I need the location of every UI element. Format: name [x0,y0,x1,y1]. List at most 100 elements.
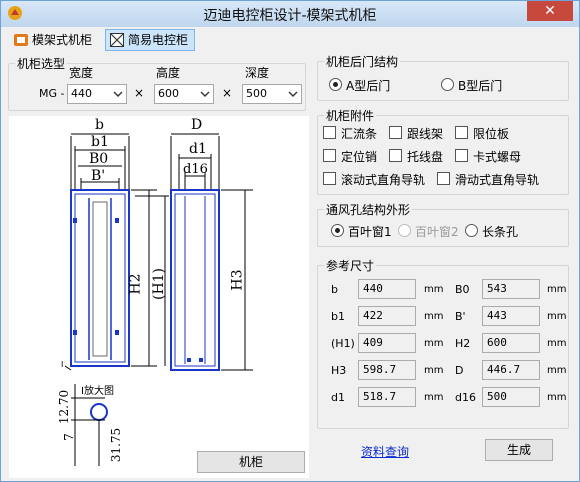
rear-door-b-label[interactable]: B型后门 [458,77,502,94]
tab-frame-cabinet[interactable]: 模架式机柜 [9,29,99,51]
title-bar[interactable]: 迈迪电控柜设计-模架式机柜 ✕ [1,1,579,27]
detail-dim3: 31.75 [109,427,124,463]
height-select[interactable]: 600 [154,84,214,104]
data-query-link[interactable]: 资料查询 [361,443,409,460]
accessory-label[interactable]: 滚动式直角导轨 [341,171,425,188]
accessory-label[interactable]: 滑动式直角导轨 [455,171,539,188]
depth-label: 深度 [245,66,270,80]
vent-louver1-radio[interactable] [331,224,344,237]
dim-row-label-h2: H2 [455,337,471,350]
dim-row-label-h1: (H1) [331,337,355,350]
rear-door-b-radio[interactable] [441,78,454,91]
accessory-checkbox[interactable] [323,126,336,139]
dim-field-d1: 518.7 [358,387,416,407]
dim-h2-label: H2 [127,273,144,295]
vent-slot-radio[interactable] [465,224,478,237]
unit-label: mm [547,338,567,349]
dim-b1-label: b1 [91,134,109,150]
height-label: 高度 [156,66,181,80]
unit-label: mm [547,365,567,376]
dim-row-label-d16: d16 [455,391,476,404]
accessory-checkbox[interactable] [455,149,468,162]
vent-louver2-radio [398,224,411,237]
dim-field-b: 440 [358,279,416,299]
vent-louver1-label[interactable]: 百叶窗1 [348,223,392,240]
dim-d1-label: d1 [189,141,207,157]
detail-dim2: 7 [61,433,76,441]
ref-dims-legend: 参考尺寸 [326,259,375,273]
accessory-checkbox[interactable] [323,149,336,162]
dim-field-h1: 409 [358,333,416,353]
dim-field-d: 446.7 [482,360,540,380]
drawing-panel: b b1 B0 B' H2 (H1) D d1 d16 H3 I放大图 I 12… [9,116,309,478]
cabinet-button[interactable]: 机柜 [197,451,305,473]
dim-row-label-d: D [455,364,464,377]
toolbar: 模架式机柜 简易电控柜 [1,27,579,53]
accessory-checkbox[interactable] [455,126,468,139]
tab-simple-cabinet[interactable]: 简易电控柜 [105,29,196,51]
dim-d-label: D [191,117,203,133]
unit-label: mm [547,284,567,295]
times-sign-1: × [134,86,145,100]
dim-row-label-d1: d1 [331,391,345,404]
close-button[interactable]: ✕ [527,1,573,21]
accessory-checkbox[interactable] [323,172,336,185]
times-sign-2: × [222,86,233,100]
accessory-checkbox[interactable] [389,126,402,139]
detail-dim1: 12.70 [57,389,72,425]
dim-row-label-b0: B0 [455,283,470,296]
generate-button[interactable]: 生成 [485,439,553,461]
accessory-label[interactable]: 卡式螺母 [473,148,521,165]
vent-legend: 通风孔结构外形 [326,203,411,217]
rear-door-legend: 机柜后门结构 [326,55,399,69]
accessory-label[interactable]: 限位板 [473,125,509,142]
unit-label: mm [547,311,567,322]
accessory-checkbox[interactable] [437,172,450,185]
chevron-down-icon [200,91,210,97]
dim-field-b1: 422 [358,306,416,326]
rear-door-a-radio[interactable] [329,78,342,91]
cabinet-icon [14,34,28,46]
dim-field-d16: 500 [482,387,540,407]
chevron-down-icon [113,91,123,97]
rear-door-a-label[interactable]: A型后门 [346,77,390,94]
dim-bprime-label: B' [91,168,106,184]
width-select[interactable]: 440 [67,84,127,104]
width-select-value: 440 [71,87,92,100]
model-prefix: MG - [39,87,65,100]
cabinet-selection-legend: 机柜选型 [17,57,66,71]
dim-row-label-b: b [331,283,338,296]
dim-field-bprime: 443 [482,306,540,326]
unit-label: mm [424,284,444,295]
dim-field-h2: 600 [482,333,540,353]
accessory-label[interactable]: 定位销 [341,148,377,165]
dim-row-label-b1: b1 [331,310,345,323]
unit-label: mm [547,392,567,403]
accessory-label[interactable]: 汇流条 [341,125,377,142]
tab-frame-cabinet-label: 模架式机柜 [32,33,93,47]
width-label: 宽度 [69,66,94,80]
dim-field-b0: 543 [482,279,540,299]
dim-b0-label: B0 [89,151,109,167]
dim-b-label: b [95,117,104,133]
box-x-icon [110,33,124,47]
vent-slot-label[interactable]: 长条孔 [482,223,518,240]
vent-louver2-label: 百叶窗2 [415,225,459,239]
dim-d16-label: d16 [183,162,208,177]
unit-label: mm [424,338,444,349]
front-view [70,189,130,367]
app-window: 迈迪电控柜设计-模架式机柜 ✕ 模架式机柜 简易电控柜 机柜选型 宽度 高度 深… [0,0,580,482]
unit-label: mm [424,365,444,376]
tab-simple-cabinet-label: 简易电控柜 [128,33,189,47]
dim-h1-label: (H1) [151,267,168,301]
height-select-value: 600 [158,87,179,100]
side-view [170,189,220,371]
accessories-legend: 机柜附件 [326,109,375,123]
depth-select[interactable]: 500 [242,84,302,104]
accessory-label[interactable]: 托线盘 [407,148,443,165]
accessory-label[interactable]: 跟线架 [407,125,443,142]
accessory-checkbox[interactable] [389,149,402,162]
unit-label: mm [424,392,444,403]
dim-row-label-bprime: B' [455,310,466,323]
detail-label: I放大图 [81,386,114,397]
